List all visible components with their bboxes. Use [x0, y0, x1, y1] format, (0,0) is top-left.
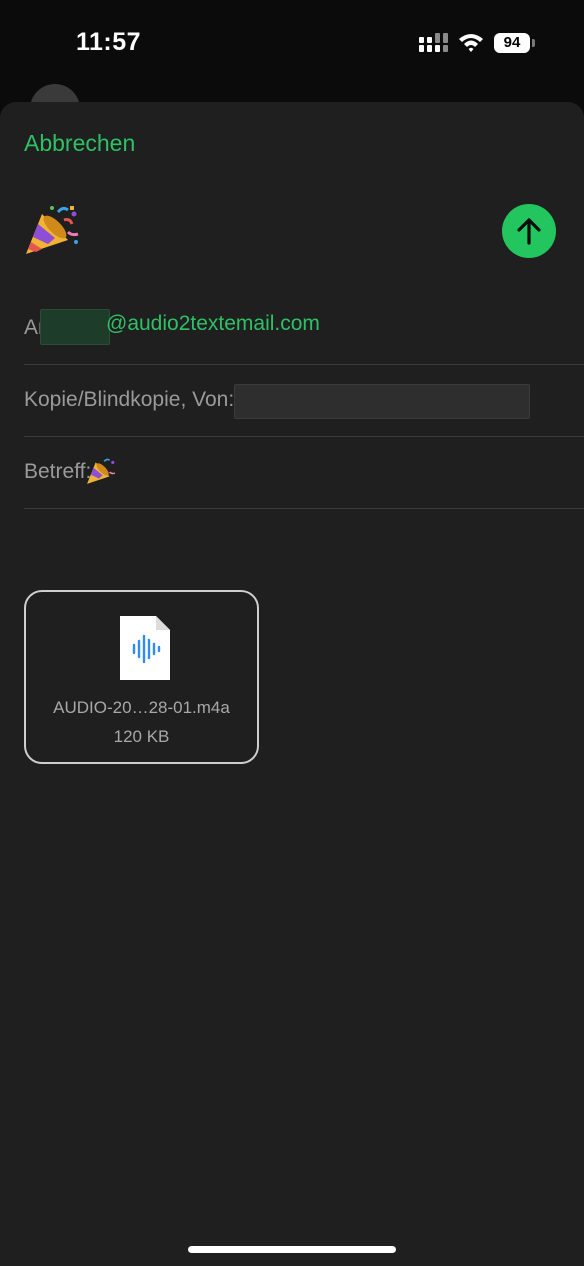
- send-button[interactable]: [502, 204, 556, 258]
- compose-sheet: Abbrechen An: @audio2textemail.com: [0, 102, 584, 1266]
- party-popper-icon: [26, 206, 79, 254]
- to-address-redacted: [40, 309, 110, 345]
- home-indicator[interactable]: [188, 1246, 396, 1253]
- battery-icon: 94: [494, 33, 536, 53]
- attachment-file-name: AUDIO-20…28-01.m4a: [53, 698, 230, 717]
- status-bar: 11:57 94: [0, 0, 584, 90]
- attachment-file-size: 120 KB: [113, 727, 170, 746]
- screen: 11:57 94 Abbrechen @audio2textemail.com …: [0, 0, 584, 1266]
- attachment-card[interactable]: AUDIO-20…28-01.m4a 120 KB: [24, 590, 259, 764]
- to-address-domain[interactable]: @audio2textemail.com: [106, 312, 320, 336]
- wifi-icon: [459, 34, 483, 52]
- signal-icon: [419, 33, 448, 52]
- battery-level: 94: [494, 33, 530, 53]
- cancel-button[interactable]: Abbrechen: [24, 130, 135, 157]
- from-address-redacted: [234, 384, 530, 419]
- status-time: 11:57: [76, 28, 142, 56]
- subject-label: Betreff:: [24, 460, 92, 483]
- battery-tip: [532, 39, 535, 47]
- party-popper-icon: [87, 458, 116, 484]
- audio-file-icon: [120, 616, 170, 680]
- arrow-up-icon: [517, 218, 541, 245]
- cc-label: Kopie/Blindkopie, Von:: [24, 388, 235, 411]
